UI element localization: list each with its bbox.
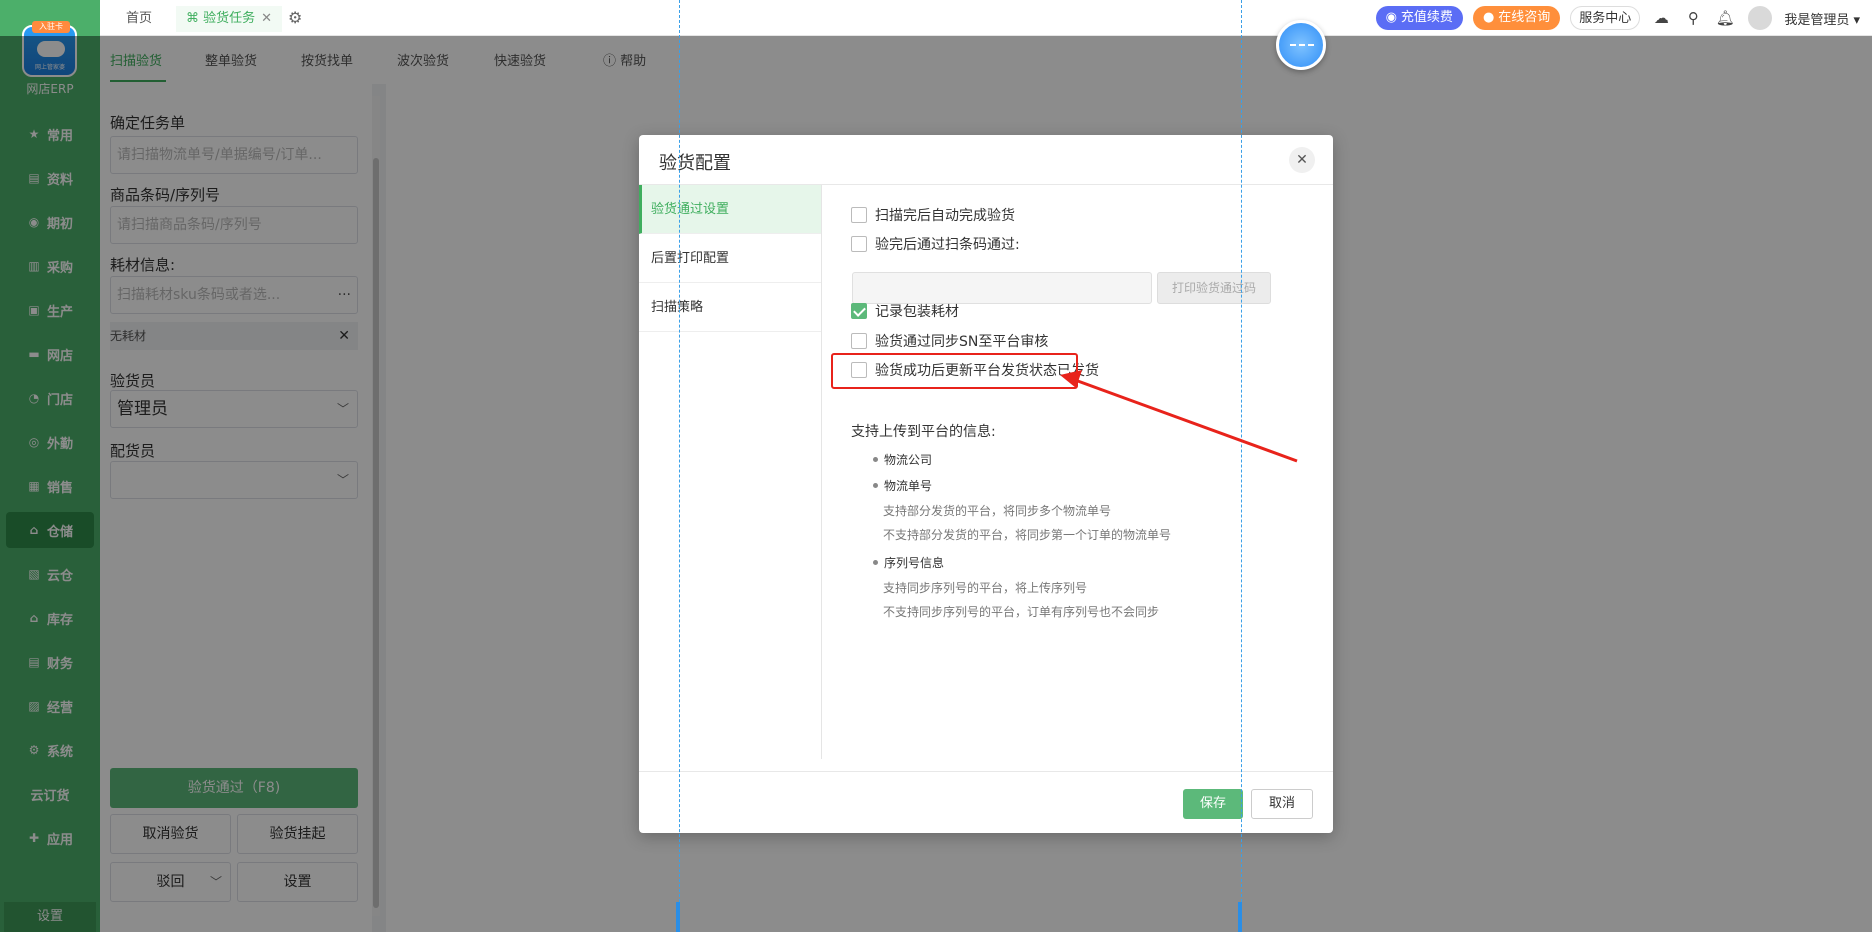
arrow-line <box>1074 378 1298 463</box>
arrow-head <box>1060 370 1082 388</box>
annotation-arrow <box>1060 370 1298 463</box>
